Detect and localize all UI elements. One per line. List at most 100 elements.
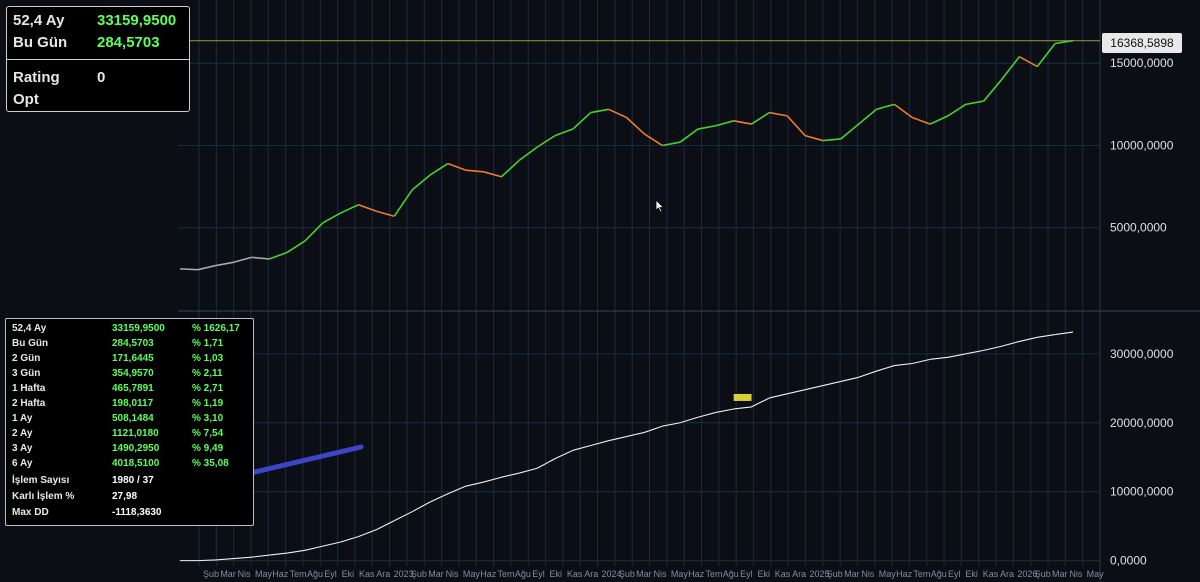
stats-label: 6 Ay xyxy=(12,458,33,469)
win-rate-label: Karlı İşlem % xyxy=(12,491,75,502)
stats-label: 2 Hafta xyxy=(12,398,46,409)
stats-label: 52,4 Ay xyxy=(12,323,47,334)
x-tick-label: Mar xyxy=(636,569,652,579)
x-tick-label: Eyl xyxy=(324,569,337,579)
stats-label: 1 Hafta xyxy=(12,383,46,394)
x-tick-label: Haz xyxy=(272,569,289,579)
stats-pct: % 1626,17 xyxy=(192,323,240,334)
stats-value: 508,1484 xyxy=(112,413,154,424)
stats-pct: % 7,54 xyxy=(192,428,224,439)
max-dd-label: Max DD xyxy=(12,507,49,518)
rating-label: Rating xyxy=(13,69,60,86)
x-tick-label: Ara xyxy=(584,569,598,579)
x-tick-label: Tem xyxy=(290,569,307,579)
x-tick-label: Ara xyxy=(792,569,806,579)
stats-pct: % 3,10 xyxy=(192,413,224,424)
x-tick-label: Eki xyxy=(757,569,770,579)
stats-pct: % 2,11 xyxy=(192,368,223,379)
stats-pct: % 1,71 xyxy=(192,338,224,349)
x-tick-label: Ağu xyxy=(515,569,531,579)
period-value: 33159,9500 xyxy=(97,12,177,29)
trade-count-value: 1980 / 37 xyxy=(112,475,154,486)
stats-label: 3 Gün xyxy=(12,368,41,379)
x-tick-label: Mar xyxy=(220,569,236,579)
max-dd-value: -1118,3630 xyxy=(112,507,162,518)
x-tick-label: Kas xyxy=(983,569,999,579)
equity-segment xyxy=(197,559,216,562)
stats-row: 2 Hafta 198,0117 % 1,19 xyxy=(6,398,253,413)
x-tick-label: Eyl xyxy=(948,569,961,579)
win-rate-value: 27,98 xyxy=(112,491,138,502)
stats-pct: % 35,08 xyxy=(192,458,229,469)
x-tick-label: Ağu xyxy=(723,569,739,579)
x-tick-label: Kas xyxy=(359,569,375,579)
stats-value: 1121,0180 xyxy=(112,428,159,439)
stats-panel: 52,4 Ay 33159,9500 % 1626,17 Bu Gün 284,… xyxy=(5,318,254,526)
stats-pct: % 9,49 xyxy=(192,443,224,454)
x-tick-label: Tem xyxy=(913,569,930,579)
x-tick-label: Mar xyxy=(428,569,444,579)
y-tick-label: 20000,0000 xyxy=(1110,416,1174,430)
y-tick-label: 10000,0000 xyxy=(1110,138,1174,152)
x-tick-label: Nis xyxy=(654,569,667,579)
x-tick-label: May xyxy=(879,569,897,579)
stats-value: 171,6445 xyxy=(112,353,154,364)
stats-row: 3 Gün 354,9570 % 2,11 xyxy=(6,368,253,383)
x-tick-label: Ara xyxy=(376,569,390,579)
x-tick-label: Eki xyxy=(550,569,563,579)
x-tick-label: Şub xyxy=(619,569,635,579)
x-tick-label: Mar xyxy=(844,569,860,579)
x-tick-label: Nis xyxy=(861,569,874,579)
x-tick-label: Kas xyxy=(567,569,583,579)
win-rate-row: Karlı İşlem % 27,98 xyxy=(6,491,253,506)
stats-row: 52,4 Ay 33159,9500 % 1626,17 xyxy=(6,323,253,338)
x-tick-label: Nis xyxy=(238,569,251,579)
x-tick-label: Ara xyxy=(1000,569,1014,579)
y-tick-label: 0,0000 xyxy=(1110,554,1147,568)
x-tick-label: Nis xyxy=(446,569,459,579)
x-tick-label: Şub xyxy=(411,569,427,579)
x-tick-label: Kas xyxy=(775,569,791,579)
x-tick-label: Ağu xyxy=(307,569,323,579)
stats-pct: % 2,71 xyxy=(192,383,224,394)
stats-row: 2 Gün 171,6445 % 1,03 xyxy=(6,353,253,368)
y-tick-label: 5000,0000 xyxy=(1110,221,1167,235)
stats-value: 284,5703 xyxy=(112,338,154,349)
stats-label: 2 Gün xyxy=(12,353,41,364)
x-tick-label: Tem xyxy=(705,569,722,579)
stats-pct: % 1,03 xyxy=(192,353,224,364)
max-dd-row: Max DD -1118,3630 xyxy=(6,507,253,522)
panel-separator xyxy=(7,59,189,60)
stats-value: 1490,2950 xyxy=(112,443,160,454)
stats-row: Bu Gün 284,5703 % 1,71 xyxy=(6,338,253,353)
stats-row: 1 Ay 508,1484 % 3,10 xyxy=(6,413,253,428)
x-tick-label: Haz xyxy=(688,569,705,579)
stats-value: 4018,5100 xyxy=(112,458,160,469)
x-tick-label: May xyxy=(671,569,689,579)
x-tick-label: Mar xyxy=(1052,569,1068,579)
x-tick-label: Eyl xyxy=(532,569,545,579)
rating-value: 0 xyxy=(97,69,106,86)
stats-row: 2 Ay 1121,0180 % 7,54 xyxy=(6,428,253,443)
stats-row: 3 Ay 1490,2950 % 9,49 xyxy=(6,443,253,458)
x-tick-label: Şub xyxy=(1035,569,1051,579)
x-tick-label: Eyl xyxy=(740,569,753,579)
y-tick-label: 15000,0000 xyxy=(1110,56,1174,70)
last-price-tag: 16368,5898 xyxy=(1102,33,1182,53)
stats-label: 2 Ay xyxy=(12,428,33,439)
stats-label: 3 Ay xyxy=(12,443,33,454)
trade-count-label: İşlem Sayısı xyxy=(12,475,70,486)
summary-panel: 52,4 Ay 33159,9500 Bu Gün 284,5703 Ratin… xyxy=(6,6,190,112)
trade-count-row: İşlem Sayısı 1980 / 37 xyxy=(6,475,253,490)
x-tick-label: May xyxy=(1087,569,1105,579)
x-tick-label: Haz xyxy=(480,569,497,579)
equity-highlight xyxy=(733,393,752,401)
x-tick-label: Haz xyxy=(896,569,913,579)
x-tick-label: Nis xyxy=(1069,569,1082,579)
y-tick-label: 10000,0000 xyxy=(1110,485,1174,499)
x-tick-label: Şub xyxy=(203,569,219,579)
stats-value: 33159,9500 xyxy=(112,323,165,334)
stats-label: 1 Ay xyxy=(12,413,33,424)
price-segment xyxy=(179,268,198,271)
stats-value: 465,7891 xyxy=(112,383,154,394)
